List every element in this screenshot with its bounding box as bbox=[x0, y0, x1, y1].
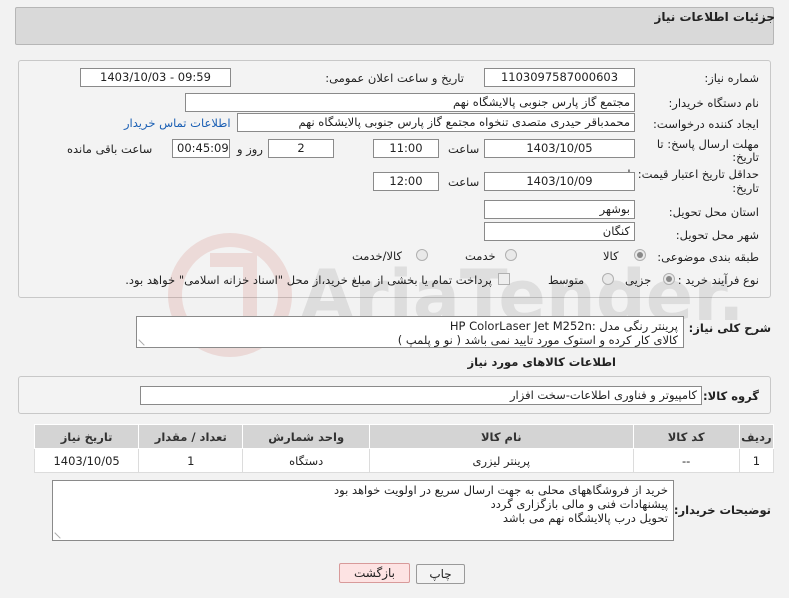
buyer-contact-link[interactable]: اطلاعات تماس خریدار bbox=[124, 116, 231, 130]
need-number-label: شماره نیاز: bbox=[704, 71, 759, 85]
items-table: ردیف کد کالا نام کالا واحد شمارش تعداد /… bbox=[33, 424, 775, 473]
requester-field: محمدباقر حیدری متصدی تنخواه مجتمع گاز پا… bbox=[237, 113, 635, 132]
col-header-row-number: ردیف bbox=[738, 424, 775, 449]
description-label: شرح کلی نیاز: bbox=[688, 321, 771, 335]
price-validity-time-label: ساعت bbox=[448, 175, 480, 189]
cell-need-date: 1403/10/05 bbox=[33, 448, 140, 473]
city-field: کنگان bbox=[484, 222, 635, 241]
announce-datetime-field: 1403/10/03 - 09:59 bbox=[80, 68, 231, 87]
province-label: استان محل تحویل: bbox=[668, 205, 759, 219]
col-header-item-code: کد کالا bbox=[632, 424, 740, 449]
reply-deadline-label-date: تاریخ: bbox=[732, 150, 759, 164]
cell-item-name: پرینتر لیزری bbox=[369, 448, 634, 473]
col-header-need-date: تاریخ نیاز bbox=[33, 424, 140, 449]
treasury-payment-checkbox[interactable] bbox=[498, 273, 510, 285]
buyer-notes-line-2: پیشنهادات فنی و مالی بازگزاری گردد bbox=[490, 497, 668, 511]
cell-quantity: 1 bbox=[138, 448, 244, 473]
need-number-field: 1103097587000603 bbox=[484, 68, 635, 87]
description-line-2: کالای کار کرده و استوک مورد تایید نمی با… bbox=[397, 333, 678, 347]
reply-deadline-label: مهلت ارسال پاسخ: تا bbox=[656, 137, 759, 151]
description-line-1: پرینتر رنگی مدل :HP ColorLaser Jet M252n bbox=[449, 319, 678, 333]
price-validity-label-date: تاریخ: bbox=[732, 181, 759, 195]
category-label: طبقه بندی موضوعی: bbox=[657, 250, 759, 264]
back-button[interactable]: بازگشت bbox=[339, 563, 410, 583]
city-label: شهر محل تحویل: bbox=[675, 228, 759, 242]
category-goods-service-radio[interactable] bbox=[416, 249, 428, 261]
goods-group-field: کامپیوتر و فناوری اطلاعات-سخت افزار bbox=[140, 386, 702, 405]
goods-group-label: گروه کالا: bbox=[703, 389, 759, 403]
cell-row-number: 1 bbox=[738, 448, 775, 473]
reply-deadline-time-label: ساعت bbox=[448, 142, 480, 156]
requester-label: ایجاد کننده درخواست: bbox=[653, 117, 759, 131]
col-header-quantity: تعداد / مقدار bbox=[138, 424, 244, 449]
buyer-org-label: نام دستگاه خریدار: bbox=[668, 96, 759, 110]
page-title: جزئیات اطلاعات نیاز bbox=[654, 10, 775, 24]
col-header-unit: واحد شمارش bbox=[242, 424, 371, 449]
treasury-payment-note: پرداخت تمام یا بخشی از مبلغ خرید،از محل … bbox=[125, 273, 492, 287]
price-validity-time-field: 12:00 bbox=[373, 172, 439, 191]
purchase-type-label: نوع فرآیند خرید : bbox=[677, 273, 759, 287]
reply-deadline-time-field: 11:00 bbox=[373, 139, 439, 158]
col-header-item-name: نام کالا bbox=[369, 424, 634, 449]
category-service-label: خدمت bbox=[465, 249, 496, 263]
buyer-org-field: مجتمع گاز پارس جنوبی پالایشگاه نهم bbox=[185, 93, 635, 112]
time-remaining-field: 00:45:09 bbox=[172, 139, 230, 158]
buyer-notes-line-1: خرید از فروشگاههای محلی به جهت ارسال سری… bbox=[334, 483, 668, 497]
time-remaining-label: ساعت باقی مانده bbox=[67, 142, 153, 156]
days-remaining-field: 2 bbox=[268, 139, 334, 158]
buyer-notes-label: توضیحات خریدار: bbox=[673, 503, 771, 517]
purchase-type-medium-label: متوسط bbox=[548, 273, 585, 287]
category-service-radio[interactable] bbox=[505, 249, 517, 261]
purchase-type-minor-radio[interactable] bbox=[663, 273, 675, 285]
category-goods-service-label: کالا/خدمت bbox=[352, 249, 403, 263]
description-textarea: پرینتر رنگی مدل :HP ColorLaser Jet M252n… bbox=[136, 316, 684, 348]
price-validity-label: حداقل تاریخ اعتبار قیمت: تا bbox=[627, 167, 759, 181]
cell-item-code: -- bbox=[632, 448, 740, 473]
days-label: روز و bbox=[237, 142, 263, 156]
price-validity-date-field: 1403/10/09 bbox=[484, 172, 635, 191]
reply-deadline-date-field: 1403/10/05 bbox=[484, 139, 635, 158]
table-row: 1 -- پرینتر لیزری دستگاه 1 1403/10/05 bbox=[33, 448, 775, 473]
cell-unit: دستگاه bbox=[242, 448, 371, 473]
goods-section-title: اطلاعات کالاهای مورد نیاز bbox=[467, 355, 616, 369]
category-goods-radio[interactable] bbox=[634, 249, 646, 261]
purchase-type-minor-label: جزیی bbox=[625, 273, 652, 287]
category-goods-label: کالا bbox=[603, 249, 619, 263]
announce-datetime-label: تاریخ و ساعت اعلان عمومی: bbox=[325, 71, 464, 85]
buyer-notes-textarea: خرید از فروشگاههای محلی به جهت ارسال سری… bbox=[52, 480, 674, 541]
buyer-notes-line-3: تحویل درب پالایشگاه نهم می باشد bbox=[502, 511, 668, 525]
print-button[interactable]: چاپ bbox=[416, 564, 465, 584]
resize-grip-icon[interactable] bbox=[54, 527, 66, 539]
purchase-type-medium-radio[interactable] bbox=[602, 273, 614, 285]
province-field: بوشهر bbox=[484, 200, 635, 219]
